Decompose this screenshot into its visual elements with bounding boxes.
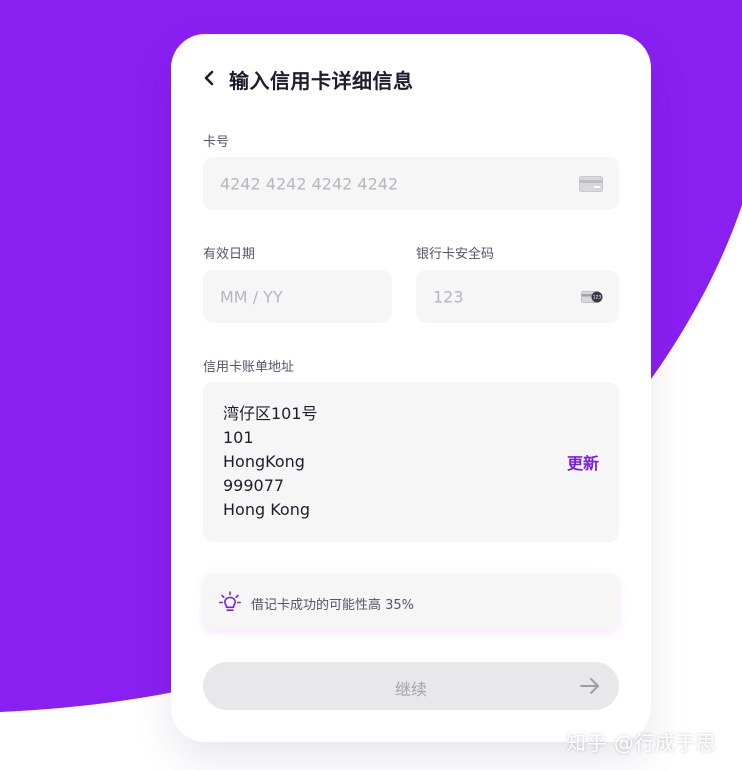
address-line: 湾仔区101号 xyxy=(223,404,318,423)
svg-text:123: 123 xyxy=(593,294,602,300)
update-address-link[interactable]: 更新 xyxy=(567,450,599,474)
payment-card-panel: 输入信用卡详细信息 卡号 4242 4242 4242 4242 有效日期 MM… xyxy=(171,34,651,742)
cvc-label: 银行卡安全码 xyxy=(416,247,495,262)
chevron-left-icon xyxy=(204,70,214,86)
lightbulb-icon xyxy=(219,591,241,612)
card-number-placeholder: 4242 4242 4242 4242 xyxy=(220,174,399,193)
continue-button[interactable]: 继续 xyxy=(203,662,619,710)
address-lines: 湾仔区101号 101 HongKong 999077 Hong Kong xyxy=(223,402,318,522)
back-button[interactable] xyxy=(201,70,217,86)
address-line: Hong Kong xyxy=(223,500,310,519)
page-title: 输入信用卡详细信息 xyxy=(229,69,414,93)
card-number-field[interactable]: 4242 4242 4242 4242 xyxy=(203,157,619,210)
tip-text: 借记卡成功的可能性高 35% xyxy=(251,598,415,613)
address-line: HongKong xyxy=(223,452,305,471)
address-line: 101 xyxy=(223,428,254,447)
cvc-field[interactable]: 123 123 xyxy=(416,270,619,323)
card-cvc-icon: 123 xyxy=(581,290,603,303)
expiry-field[interactable]: MM / YY xyxy=(203,270,392,323)
expiry-placeholder: MM / YY xyxy=(220,287,283,306)
address-line: 999077 xyxy=(223,476,285,495)
arrow-right-icon xyxy=(580,678,599,694)
billing-address-label: 信用卡账单地址 xyxy=(203,360,295,375)
card-number-label: 卡号 xyxy=(203,135,230,150)
watermark: 知乎 @行成于思 xyxy=(566,731,717,755)
cvc-placeholder: 123 xyxy=(433,287,464,306)
billing-address-box: 湾仔区101号 101 HongKong 999077 Hong Kong 更新 xyxy=(203,382,619,542)
success-tip-banner: 借记卡成功的可能性高 35% xyxy=(203,574,619,630)
expiry-label: 有效日期 xyxy=(203,247,256,262)
credit-card-icon xyxy=(579,175,603,192)
continue-label: 继续 xyxy=(394,682,427,699)
